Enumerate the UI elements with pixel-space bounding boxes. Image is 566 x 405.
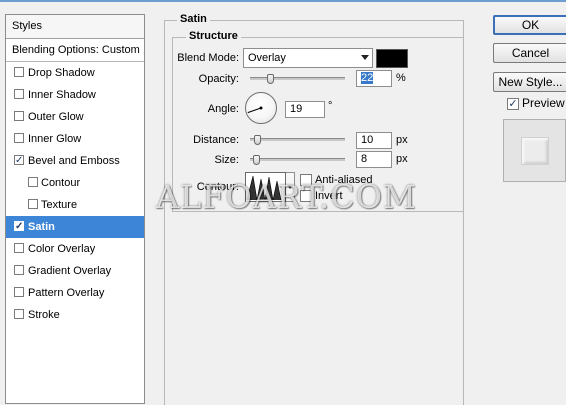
gradient-overlay-checkbox[interactable] bbox=[14, 265, 24, 275]
structure-title: Structure bbox=[186, 30, 241, 42]
style-item-label: Texture bbox=[41, 199, 78, 211]
style-item-label: Contour bbox=[41, 177, 81, 189]
opacity-value: 22 bbox=[361, 72, 374, 84]
cancel-button[interactable]: Cancel bbox=[493, 43, 566, 63]
styles-panel: Styles Blending Options: Custom Drop Sha… bbox=[5, 14, 145, 404]
distance-unit: px bbox=[396, 134, 408, 146]
style-item-label: Inner Glow bbox=[28, 133, 82, 145]
invert-label: Invert bbox=[315, 190, 343, 202]
style-item-outer-glow[interactable]: Outer Glow bbox=[6, 106, 144, 128]
style-item-inner-glow[interactable]: Inner Glow bbox=[6, 128, 144, 150]
bevel-and-emboss-checkbox[interactable]: ✓ bbox=[14, 155, 24, 166]
opacity-slider-track[interactable] bbox=[250, 77, 345, 80]
contour-dropdown-button[interactable] bbox=[286, 172, 295, 202]
style-item-color-overlay[interactable]: Color Overlay bbox=[6, 238, 144, 260]
style-item-label: Inner Shadow bbox=[28, 89, 96, 101]
blend-mode-label: Blend Mode: bbox=[177, 52, 239, 64]
blending-options-item[interactable]: Blending Options: Custom bbox=[6, 39, 144, 62]
window-top-border bbox=[0, 0, 566, 2]
pattern-overlay-checkbox[interactable] bbox=[14, 287, 24, 297]
size-label: Size: bbox=[214, 154, 239, 166]
distance-slider-thumb[interactable] bbox=[254, 135, 261, 145]
color-overlay-checkbox[interactable] bbox=[14, 243, 24, 253]
style-item-bevel-and-emboss[interactable]: ✓ Bevel and Emboss bbox=[6, 150, 144, 172]
size-slider-track[interactable] bbox=[250, 158, 345, 161]
opacity-slider-thumb[interactable] bbox=[266, 74, 274, 84]
angle-unit: ° bbox=[328, 100, 333, 112]
style-item-label: Outer Glow bbox=[28, 111, 84, 123]
satin-checkbox[interactable]: ✓ bbox=[14, 221, 24, 232]
contour-picker[interactable] bbox=[245, 172, 286, 202]
style-item-contour[interactable]: Contour bbox=[6, 172, 144, 194]
stroke-checkbox[interactable] bbox=[14, 309, 24, 319]
inner-shadow-checkbox[interactable] bbox=[14, 89, 24, 99]
style-preview-thumbnail bbox=[503, 119, 566, 182]
style-item-label: Color Overlay bbox=[28, 243, 96, 255]
angle-dial[interactable] bbox=[245, 92, 277, 124]
opacity-input[interactable]: 22 bbox=[356, 70, 392, 87]
style-item-stroke[interactable]: Stroke bbox=[6, 304, 144, 326]
style-item-label: Satin bbox=[28, 221, 55, 233]
texture-checkbox[interactable] bbox=[28, 199, 38, 209]
contour-curve-icon bbox=[246, 175, 282, 201]
invert-checkbox[interactable] bbox=[300, 190, 312, 202]
size-input[interactable]: 8 bbox=[356, 151, 392, 168]
new-style-button[interactable]: New Style... bbox=[493, 72, 566, 92]
distance-label: Distance: bbox=[193, 134, 239, 146]
contour-checkbox[interactable] bbox=[28, 177, 38, 187]
style-item-satin[interactable]: ✓ Satin bbox=[6, 216, 144, 238]
style-item-label: Drop Shadow bbox=[28, 67, 95, 79]
style-item-inner-shadow[interactable]: Inner Shadow bbox=[6, 84, 144, 106]
size-unit: px bbox=[396, 153, 408, 165]
angle-needle-icon bbox=[247, 106, 263, 114]
style-item-label: Bevel and Emboss bbox=[28, 155, 120, 167]
style-item-label: Pattern Overlay bbox=[28, 287, 105, 299]
style-item-label: Gradient Overlay bbox=[28, 265, 112, 277]
ok-button[interactable]: OK bbox=[493, 15, 566, 35]
distance-slider-track[interactable] bbox=[250, 138, 345, 141]
style-item-label: Stroke bbox=[28, 309, 60, 321]
anti-aliased-label: Anti-aliased bbox=[315, 174, 373, 186]
drop-shadow-checkbox[interactable] bbox=[14, 67, 24, 77]
opacity-label: Opacity: bbox=[198, 73, 239, 85]
satin-color-swatch[interactable] bbox=[376, 49, 408, 68]
size-slider-thumb[interactable] bbox=[253, 155, 260, 165]
opacity-unit: % bbox=[396, 72, 406, 84]
blend-mode-value: Overlay bbox=[248, 52, 286, 64]
inner-glow-checkbox[interactable] bbox=[14, 133, 24, 143]
style-item-drop-shadow[interactable]: Drop Shadow bbox=[6, 62, 144, 84]
angle-label: Angle: bbox=[207, 103, 239, 115]
chevron-down-icon bbox=[361, 55, 369, 60]
blend-mode-select[interactable]: Overlay bbox=[243, 48, 373, 68]
preview-checkbox[interactable]: ✓ bbox=[507, 98, 519, 110]
style-item-pattern-overlay[interactable]: Pattern Overlay bbox=[6, 282, 144, 304]
anti-aliased-checkbox[interactable] bbox=[300, 174, 312, 186]
styles-header[interactable]: Styles bbox=[6, 15, 144, 39]
contour-label: Contour: bbox=[196, 181, 239, 193]
style-item-gradient-overlay[interactable]: Gradient Overlay bbox=[6, 260, 144, 282]
distance-input[interactable]: 10 bbox=[356, 132, 392, 149]
style-item-texture[interactable]: Texture bbox=[6, 194, 144, 216]
angle-input[interactable]: 19 bbox=[285, 101, 325, 118]
preview-swatch bbox=[521, 137, 549, 165]
satin-title: Satin bbox=[177, 13, 210, 25]
outer-glow-checkbox[interactable] bbox=[14, 111, 24, 121]
preview-label: Preview bbox=[522, 96, 565, 110]
